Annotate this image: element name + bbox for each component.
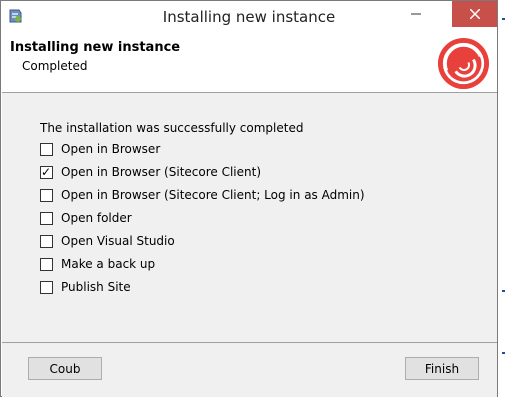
wizard-footer: Coub Finish: [2, 342, 497, 397]
checkbox-make-backup[interactable]: [40, 257, 53, 271]
option-label: Open folder: [61, 211, 132, 225]
option-open-folder[interactable]: Open folder: [40, 210, 132, 226]
option-label: Open Visual Studio: [61, 234, 175, 248]
checkbox-open-browser[interactable]: [40, 142, 53, 156]
checkbox-open-visual-studio[interactable]: [40, 234, 53, 248]
wizard-header: Installing new instance Completed: [2, 32, 497, 93]
option-open-browser-admin[interactable]: Open in Browser (Sitecore Client; Log in…: [40, 187, 365, 203]
option-label: Make a back up: [61, 257, 156, 271]
option-label: Open in Browser (Sitecore Client; Log in…: [61, 188, 365, 202]
title-bar[interactable]: Installing new instance: [1, 1, 497, 32]
option-label: Open in Browser: [61, 142, 161, 156]
finish-button[interactable]: Finish: [405, 357, 479, 380]
edge-mark: [502, 352, 505, 354]
option-label: Publish Site: [61, 280, 131, 294]
option-open-browser[interactable]: Open in Browser: [40, 141, 160, 157]
option-label: Open in Browser (Sitecore Client): [61, 165, 262, 179]
edge-mark: [502, 290, 505, 292]
option-make-backup[interactable]: Make a back up: [40, 256, 155, 272]
installer-window: Installing new instance Installing new i…: [0, 0, 498, 397]
header-title: Installing new instance: [10, 40, 181, 55]
option-open-browser-sitecore-client[interactable]: ✓ Open in Browser (Sitecore Client): [40, 164, 261, 180]
close-button[interactable]: [452, 1, 497, 27]
sitecore-logo-icon: [437, 37, 490, 90]
checkbox-open-browser-admin[interactable]: [40, 188, 53, 202]
option-open-visual-studio[interactable]: Open Visual Studio: [40, 233, 175, 249]
success-message: The installation was successfully comple…: [40, 121, 304, 135]
checkbox-open-browser-sitecore-client[interactable]: ✓: [40, 164, 53, 179]
option-publish-site[interactable]: Publish Site: [40, 279, 131, 295]
header-subtitle: Completed: [22, 59, 88, 73]
close-icon: [469, 9, 480, 19]
checkmark-icon: ✓: [41, 164, 52, 179]
edge-mark: [502, 18, 505, 20]
background-window-edge: [499, 0, 507, 398]
minimize-button[interactable]: [399, 1, 433, 27]
wizard-content: The installation was successfully comple…: [2, 93, 497, 342]
checkbox-open-folder[interactable]: [40, 211, 53, 225]
minimize-icon: [411, 13, 421, 15]
back-button[interactable]: Coub: [28, 357, 102, 380]
checkbox-publish-site[interactable]: [40, 280, 53, 294]
